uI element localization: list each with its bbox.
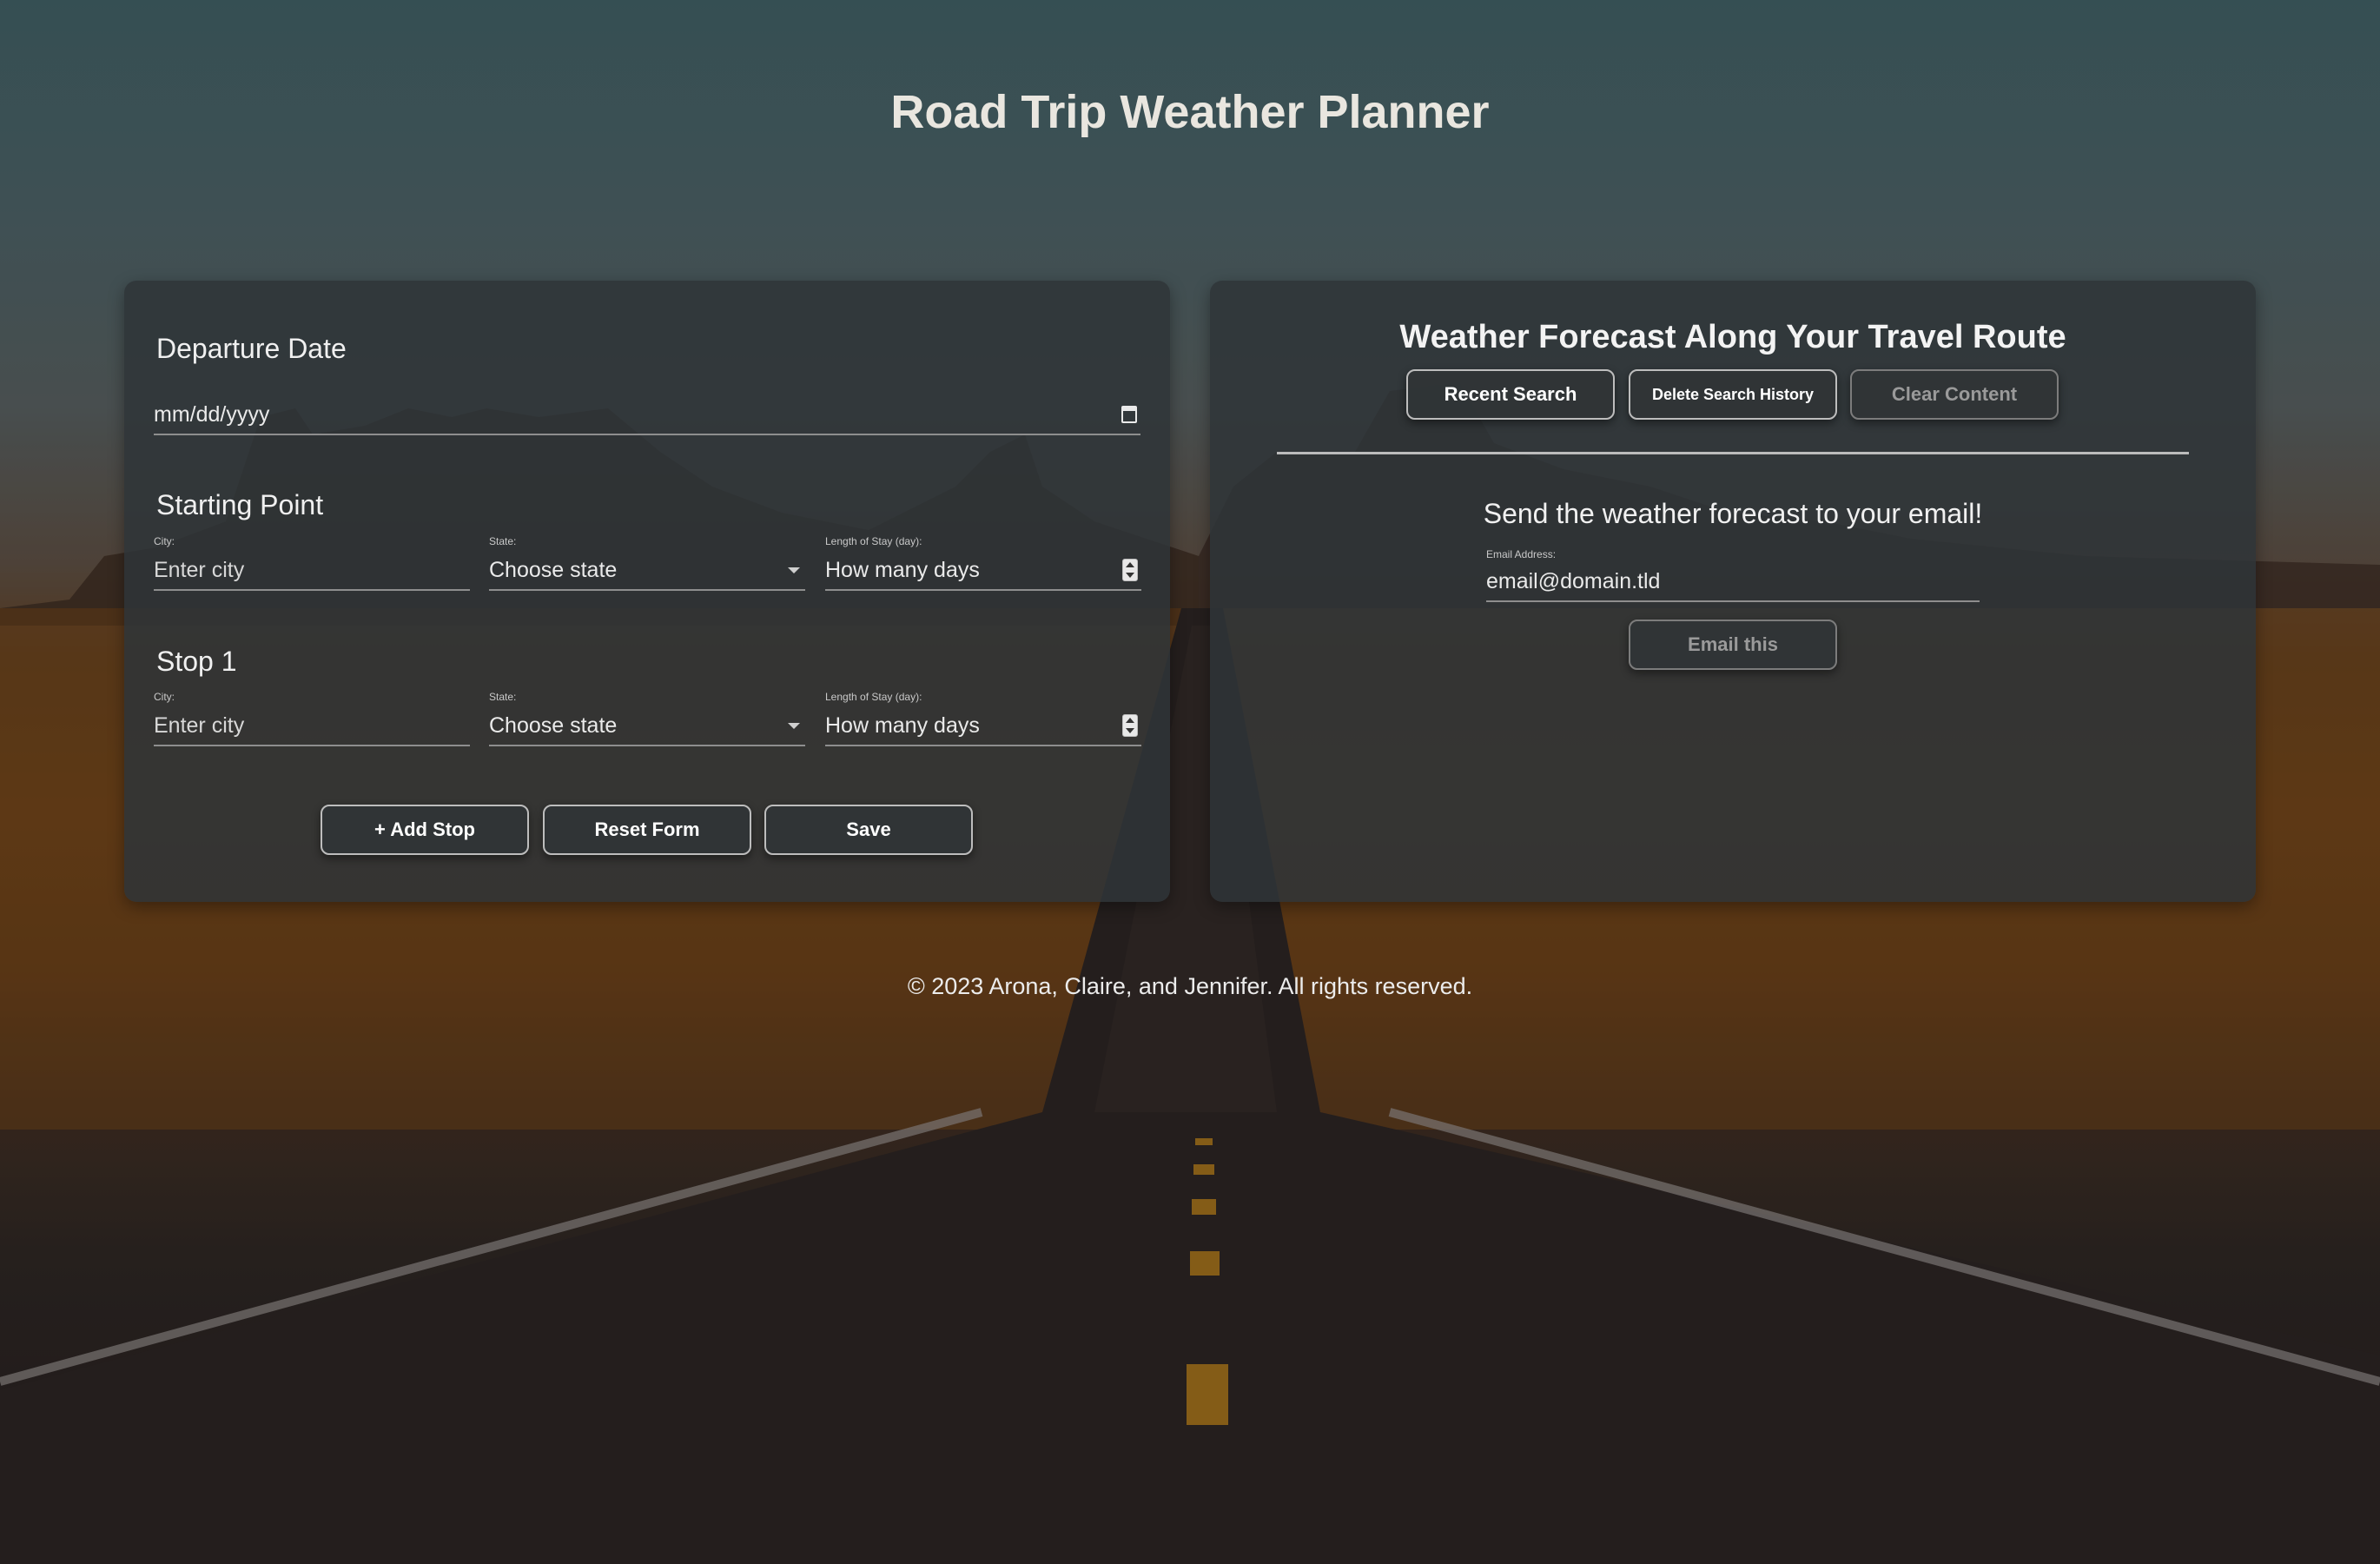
delete-search-history-button[interactable]: Delete Search History (1629, 369, 1837, 420)
stop-1-state-select[interactable]: Choose state (489, 706, 805, 746)
stop-1-state-value: Choose state (489, 712, 618, 738)
starting-state-select[interactable]: Choose state (489, 551, 805, 591)
chevron-down-icon (788, 722, 800, 729)
chevron-down-icon (788, 567, 800, 573)
starting-stay-placeholder: How many days (825, 557, 980, 582)
add-stop-button[interactable]: + Add Stop (321, 805, 529, 855)
stop-1-stay-input[interactable]: How many days (825, 706, 1141, 746)
email-input[interactable]: email@domain.tld (1486, 562, 1980, 602)
starting-state-label: State: (489, 535, 517, 547)
spinner-icon[interactable] (1122, 559, 1138, 581)
email-this-button[interactable]: Email this (1629, 620, 1837, 670)
page: Road Trip Weather Planner Departure Date… (0, 0, 2380, 1564)
forecast-panel: Weather Forecast Along Your Travel Route… (1210, 281, 2256, 902)
stop-1-city-input[interactable]: Enter city (154, 706, 470, 746)
save-button[interactable]: Save (764, 805, 973, 855)
starting-stay-input[interactable]: How many days (825, 551, 1141, 591)
forecast-title: Weather Forecast Along Your Travel Route (1399, 319, 2066, 355)
recent-search-button[interactable]: Recent Search (1406, 369, 1615, 420)
page-title: Road Trip Weather Planner (890, 86, 1490, 138)
stop-1-label: Stop 1 (156, 646, 237, 677)
spinner-icon[interactable] (1122, 714, 1138, 737)
stop-1-city-placeholder: Enter city (154, 712, 245, 738)
email-heading: Send the weather forecast to your email! (1483, 498, 1983, 529)
calendar-icon[interactable] (1121, 406, 1137, 423)
stop-1-stay-label: Length of Stay (day): (825, 691, 922, 703)
forecast-divider (1277, 452, 2189, 454)
starting-stay-label: Length of Stay (day): (825, 535, 922, 547)
starting-point-label: Starting Point (156, 489, 324, 520)
reset-form-button[interactable]: Reset Form (543, 805, 751, 855)
starting-city-label: City: (154, 535, 175, 547)
stop-1-city-label: City: (154, 691, 175, 703)
departure-date-input[interactable]: mm/dd/yyyy (154, 395, 1140, 435)
email-address-label: Email Address: (1486, 548, 1557, 560)
trip-planner-form: Departure Date mm/dd/yyyy Starting Point… (124, 281, 1170, 902)
starting-city-placeholder: Enter city (154, 557, 245, 582)
footer-copyright: © 2023 Arona, Claire, and Jennifer. All … (907, 973, 1473, 999)
clear-content-button[interactable]: Clear Content (1850, 369, 2059, 420)
stop-1-state-label: State: (489, 691, 517, 703)
departure-date-label: Departure Date (156, 333, 347, 364)
stop-1-stay-placeholder: How many days (825, 712, 980, 738)
email-placeholder: email@domain.tld (1486, 568, 1661, 593)
starting-state-value: Choose state (489, 557, 618, 582)
starting-city-input[interactable]: Enter city (154, 551, 470, 591)
departure-date-placeholder: mm/dd/yyyy (154, 401, 270, 427)
